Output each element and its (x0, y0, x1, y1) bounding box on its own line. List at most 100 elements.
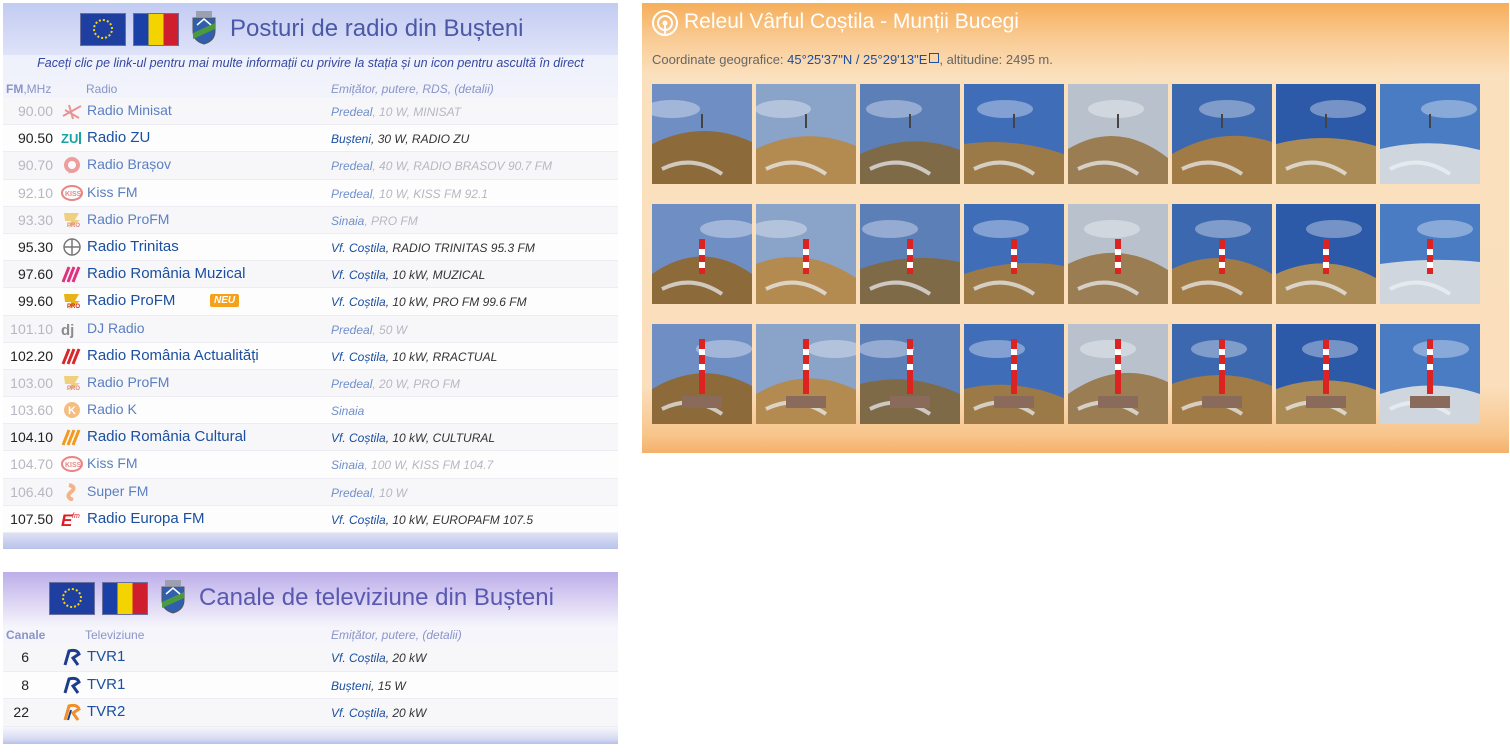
station-logo-brasov-icon[interactable] (61, 156, 83, 175)
station-frequency: 104.10 (10, 429, 53, 446)
site-photo-thumbnail[interactable] (1068, 204, 1168, 304)
site-photo-thumbnail[interactable] (1276, 204, 1376, 304)
coordinates-map-link[interactable]: 45°25'37"N / 25°29'13"E (787, 52, 940, 67)
site-photo-thumbnail[interactable] (964, 84, 1064, 184)
station-name-link[interactable]: Super FM (87, 483, 148, 499)
svg-text:KISS: KISS (65, 191, 82, 198)
site-photo-thumbnail[interactable] (652, 84, 752, 184)
station-logo-kiss-icon[interactable]: KISS (61, 455, 83, 473)
radio-station-row: 103.00 PRO Radio ProFM Predeal, 20 W, PRO F… (3, 369, 618, 398)
channel-logo-tvr1-icon[interactable] (61, 648, 83, 666)
station-name-link[interactable]: Kiss FM (87, 455, 138, 471)
station-transmitter-info: Predeal, 40 W, RADIO BRASOV 90.7 FM (331, 159, 552, 174)
svg-text:K: K (68, 405, 76, 417)
station-name-link[interactable]: Radio Europa FM (87, 510, 205, 527)
tv-channel-row: 8 TVR1 Bușteni, 15 W (3, 671, 618, 700)
radio-station-row: 90.00 Radio Minisat Predeal, 10 W, MINISAT (3, 98, 618, 126)
site-photo-thumbnail[interactable] (1380, 204, 1480, 304)
channel-logo-tvr2-icon[interactable] (61, 703, 83, 722)
site-photo-thumbnail[interactable] (1172, 324, 1272, 424)
site-photo-thumbnail[interactable] (964, 204, 1064, 304)
station-name-link[interactable]: Radio ProFM (87, 211, 169, 227)
station-name-link[interactable]: Radio România Muzical (87, 265, 245, 282)
eu-flag-icon (49, 582, 95, 615)
site-photo-thumbnail[interactable] (1172, 84, 1272, 184)
site-photo-thumbnail[interactable] (860, 204, 960, 304)
station-logo-profm-icon[interactable]: PRO (61, 292, 83, 310)
busteni-crest-icon (192, 11, 216, 45)
station-logo-srr-pink-icon[interactable] (61, 265, 83, 283)
station-logo-srr-red-icon[interactable] (61, 347, 83, 365)
station-logo-profm-icon[interactable]: PRO (61, 374, 83, 392)
svg-text:ZU: ZU (61, 131, 78, 146)
channel-name-link[interactable]: TVR1 (87, 676, 125, 693)
station-frequency: 95.30 (17, 238, 53, 255)
channel-transmitter-info: Vf. Coștila, 20 kW (331, 651, 427, 665)
channel-logo-tvr1-icon[interactable] (61, 676, 83, 694)
station-logo-trinitas-icon[interactable] (61, 238, 83, 256)
site-photo-thumbnail[interactable] (964, 324, 1064, 424)
station-logo-zu-icon[interactable]: ZU (61, 129, 83, 147)
site-photo-thumbnail[interactable] (1380, 84, 1480, 184)
radio-panel-title: Posturi de radio din Bușteni (230, 15, 524, 42)
site-photo-thumbnail[interactable] (1276, 324, 1376, 424)
station-logo-europa-icon[interactable]: Efm (61, 510, 83, 530)
site-photo-thumbnail[interactable] (756, 84, 856, 184)
site-photo-thumbnail[interactable] (1276, 84, 1376, 184)
site-photo-thumbnail[interactable] (652, 204, 752, 304)
site-photo-thumbnail[interactable] (652, 324, 752, 424)
station-transmitter-info: Vf. Coștila, 10 kW, EUROPAFM 107.5 (331, 512, 534, 527)
site-photo-thumbnail[interactable] (860, 84, 960, 184)
transmitter-site-panel: Releul Vârful Coștila - Munții Bucegi Co… (642, 3, 1509, 453)
radio-station-row: 102.20 Radio România Actualități Vf. Coști… (3, 342, 618, 370)
station-name-link[interactable]: Radio Brașov (87, 156, 171, 172)
station-name-link[interactable]: Radio ZU (87, 129, 150, 146)
station-transmitter-info: Predeal, 10 W, MINISAT (331, 105, 462, 119)
channel-name-link[interactable]: TVR2 (87, 703, 125, 720)
station-logo-dj-icon[interactable]: dj (61, 320, 83, 339)
site-photo-thumbnail[interactable] (756, 204, 856, 304)
column-header-channel: Canale (6, 628, 46, 642)
station-logo-minisat-icon[interactable] (61, 102, 83, 120)
tv-channel-list: 6 TVR1 Vf. Coștila, 20 kW 8 TVR1 Bușteni, 15 … (3, 644, 618, 727)
station-name-link[interactable]: Radio România Cultural (87, 428, 246, 445)
station-name-link[interactable]: Radio K (87, 401, 137, 417)
site-photo-thumbnail[interactable] (1068, 84, 1168, 184)
site-photo-thumbnail[interactable] (756, 324, 856, 424)
channel-name-link[interactable]: TVR1 (87, 648, 125, 665)
station-name-link[interactable]: Radio România Actualități (87, 347, 259, 364)
svg-text:PRO: PRO (67, 386, 80, 392)
site-photo-thumbnail[interactable] (1068, 324, 1168, 424)
station-name-link[interactable]: Radio Trinitas (87, 238, 179, 255)
radio-station-row: 90.70 Radio Brașov Predeal, 40 W, RADIO BR… (3, 152, 618, 180)
station-transmitter-info: Vf. Coștila, 10 kW, RRACTUAL (331, 349, 498, 364)
station-name-link[interactable]: Radio ProFM (87, 374, 169, 390)
column-header-frequency: FM,MHz (6, 82, 52, 96)
tv-panel-title: Canale de televiziune din Bușteni (199, 584, 554, 611)
station-logo-srr-orange-icon[interactable] (61, 428, 83, 446)
station-logo-k-icon[interactable]: K (61, 401, 83, 419)
radio-stations-panel: Posturi de radio din Bușteni Faceți clic… (3, 3, 618, 549)
station-frequency: 99.60 (17, 293, 53, 310)
site-photo-thumbnail[interactable] (860, 324, 960, 424)
site-photo-thumbnail[interactable] (1172, 204, 1272, 304)
column-header-television: Televiziune (85, 628, 145, 642)
station-logo-profm-icon[interactable]: PRO (61, 211, 83, 229)
station-name-link[interactable]: Radio ProFM (87, 292, 175, 309)
site-photo-thumbnail[interactable] (1380, 324, 1480, 424)
station-name-link[interactable]: DJ Radio (87, 320, 145, 336)
eu-flag-icon (80, 13, 126, 46)
radio-station-row: 99.60 PRO Radio ProFM NEU Vf. Coștila, 10 kW… (3, 288, 618, 316)
station-transmitter-info: Sinaia (331, 404, 365, 419)
station-frequency: 90.00 (17, 103, 53, 119)
station-name-link[interactable]: Radio Minisat (87, 102, 172, 118)
channel-number: 22 (13, 704, 29, 721)
station-transmitter-info: Predeal, 10 W, KISS FM 92.1 (331, 186, 488, 201)
station-logo-kiss-icon[interactable]: KISS (61, 184, 83, 202)
svg-text:PRO: PRO (67, 223, 80, 229)
radio-station-row: 104.70 KISS Kiss FM Sinaia, 100 W, KISS FM … (3, 451, 618, 479)
station-frequency: 101.10 (10, 320, 53, 337)
station-logo-super-icon[interactable] (61, 482, 83, 502)
station-name-link[interactable]: Kiss FM (87, 184, 138, 200)
station-transmitter-info: Vf. Coștila, 10 kW, CULTURAL (331, 431, 496, 446)
